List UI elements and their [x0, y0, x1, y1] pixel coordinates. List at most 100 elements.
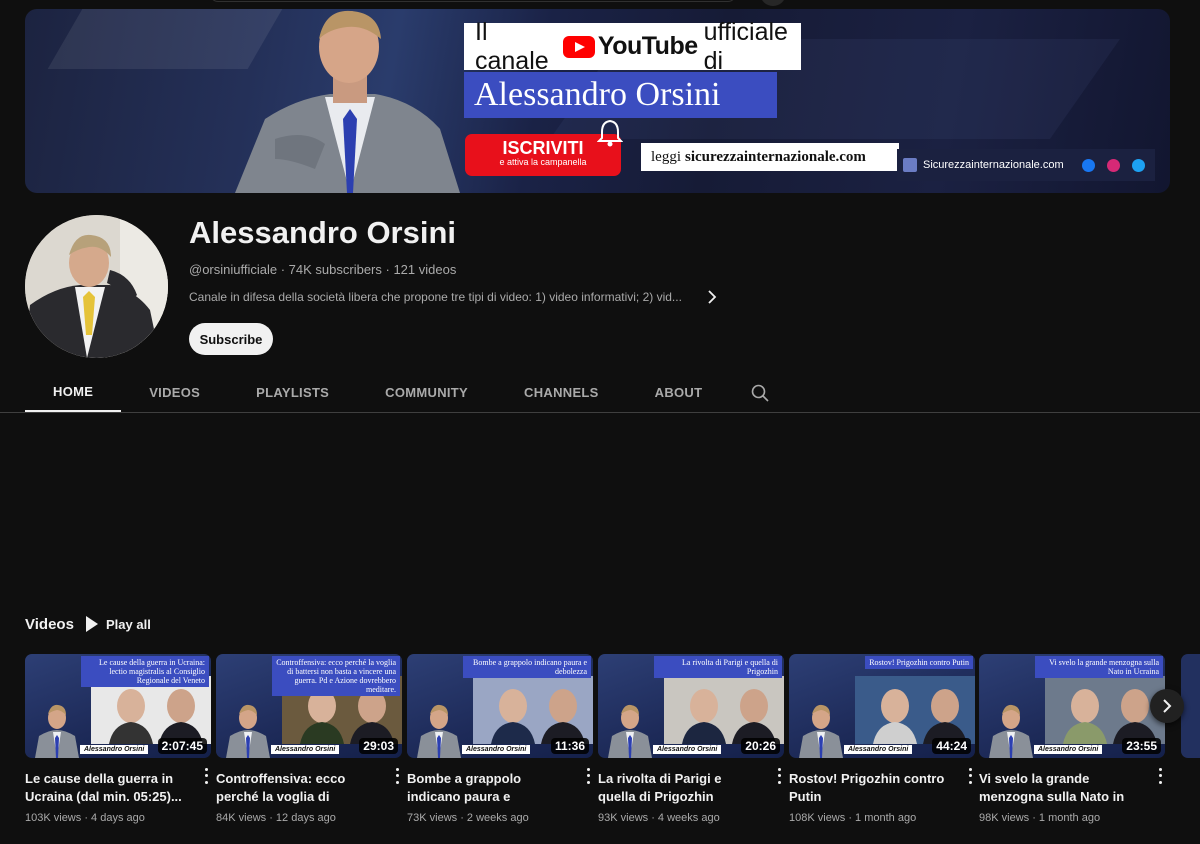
tab-home[interactable]: HOME	[25, 373, 122, 412]
video-duration: 23:55	[1122, 738, 1161, 754]
video-card[interactable]: Controffensiva: ecco perché la voglia di…	[216, 654, 402, 824]
tab-about[interactable]: ABOUT	[627, 373, 731, 412]
thumbnail-host	[608, 704, 652, 758]
search-icon[interactable]	[740, 373, 780, 412]
channel-avatar	[25, 215, 168, 358]
video-title[interactable]: Vi svelo la grande menzogna sulla Nato i…	[979, 770, 1141, 806]
thumbnail-scene	[664, 676, 784, 744]
video-meta: 98K views · 1 month ago	[979, 812, 1101, 824]
banner-website-box: leggi sicurezzainternazionale.com	[641, 143, 899, 171]
youtube-logo-icon: YouTube	[562, 32, 698, 61]
video-duration: 44:24	[932, 738, 971, 754]
thumbnail-scene	[855, 676, 975, 744]
tab-community[interactable]: COMMUNITY	[357, 373, 496, 412]
video-meta: 84K views · 12 days ago	[216, 812, 336, 824]
play-all-button[interactable]: Play all	[86, 612, 151, 636]
more-vert-icon[interactable]	[583, 766, 593, 786]
tab-videos[interactable]: VIDEOS	[121, 373, 228, 412]
video-thumbnail[interactable]: Bombe a grappolo indicano paura e debole…	[407, 654, 593, 758]
view-count: 98K views	[979, 812, 1030, 824]
search-box-edge[interactable]	[210, 0, 736, 2]
thumbnail-caption: Controffensiva: ecco perché la voglia di…	[272, 656, 400, 696]
chevron-right-icon[interactable]	[706, 289, 718, 310]
channel-name: Alessandro Orsini	[189, 215, 457, 250]
channel-tabs: HOME VIDEOS PLAYLISTS COMMUNITY CHANNELS…	[25, 373, 780, 412]
instagram-icon[interactable]	[1106, 158, 1120, 172]
video-card[interactable]: Bombe a grappolo indicano paura e debole…	[407, 654, 593, 824]
thumbnail-nameplate: Alessandro Orsini	[271, 745, 340, 754]
channel-banner: Il canale YouTube ufficiale di Alessandr…	[25, 9, 1170, 193]
thumbnail-nameplate: Alessandro Orsini	[1034, 745, 1103, 754]
tabs-divider	[0, 412, 1200, 413]
thumbnail-host	[989, 704, 1033, 758]
thumbnail-host	[226, 704, 270, 758]
video-duration: 11:36	[550, 738, 589, 754]
thumbnail-nameplate: Alessandro Orsini	[80, 745, 149, 754]
thumbnail-scene	[1045, 676, 1165, 744]
tab-playlists[interactable]: PLAYLISTS	[228, 373, 357, 412]
more-vert-icon[interactable]	[392, 766, 402, 786]
website-icon	[903, 158, 917, 172]
video-meta: 108K views · 1 month ago	[789, 812, 917, 824]
thumbnail-host	[35, 704, 79, 758]
thumbnail-caption: Le cause della guerra in Ucraina: lectio…	[81, 656, 209, 687]
thumbnail-caption: Bombe a grappolo indicano paura e debole…	[463, 656, 591, 678]
banner-title: Il canale YouTube ufficiale di	[464, 18, 801, 75]
thumbnail-host	[417, 704, 461, 758]
banner-links[interactable]: Sicurezzainternazionale.com	[897, 149, 1155, 181]
video-meta: 103K views · 4 days ago	[25, 812, 145, 824]
masthead-remnant	[0, 0, 1200, 8]
more-vert-icon[interactable]	[1155, 766, 1165, 786]
view-count: 73K views	[407, 812, 458, 824]
thumbnail-scene	[473, 676, 593, 744]
thumbnail-host	[799, 704, 843, 758]
upload-age: 1 month ago	[1038, 812, 1101, 824]
shelf-next-button[interactable]	[1150, 689, 1184, 723]
facebook-icon[interactable]	[1081, 158, 1095, 172]
thumbnail-caption: La rivolta di Parigi e quella di Prigozh…	[654, 656, 782, 678]
video-card[interactable]: Vi svelo la grande menzogna sulla Nato i…	[979, 654, 1165, 824]
thumbnail-nameplate: Alessandro Orsini	[653, 745, 722, 754]
video-duration: 2:07:45	[157, 738, 207, 754]
upload-age: 4 days ago	[91, 812, 145, 824]
video-thumbnail[interactable]: Controffensiva: ecco perché la voglia di…	[216, 654, 402, 758]
upload-age: 4 weeks ago	[657, 812, 720, 824]
more-vert-icon[interactable]	[965, 766, 975, 786]
upload-age: 2 weeks ago	[466, 812, 529, 824]
twitter-icon[interactable]	[1131, 158, 1145, 172]
banner-portrait	[235, 10, 460, 193]
upload-age: 1 month ago	[855, 812, 917, 824]
video-thumbnail[interactable]: Le cause della guerra in Ucraina: lectio…	[25, 654, 211, 758]
mic-button-edge[interactable]	[760, 0, 786, 6]
channel-description[interactable]: Canale in difesa della società libera ch…	[189, 290, 709, 304]
banner-name: Alessandro Orsini	[464, 72, 777, 118]
video-duration: 29:03	[359, 738, 398, 754]
video-meta: 93K views · 4 weeks ago	[598, 812, 720, 824]
video-card[interactable]: Rostov! Prigozhin contro Putin Alessandro…	[789, 654, 975, 824]
subscribe-button[interactable]: Subscribe	[189, 323, 273, 355]
thumbnail-nameplate: Alessandro Orsini	[844, 745, 913, 754]
play-icon	[86, 616, 98, 632]
subscriber-count: 74K subscribers	[288, 262, 382, 277]
video-title[interactable]: Bombe a grappolo indicano paura e debole…	[407, 770, 569, 806]
more-vert-icon[interactable]	[774, 766, 784, 786]
thumbnail-nameplate: Alessandro Orsini	[462, 745, 531, 754]
video-title[interactable]: Rostov! Prigozhin contro Putin	[789, 770, 951, 806]
video-thumbnail[interactable]: Vi svelo la grande menzogna sulla Nato i…	[979, 654, 1165, 758]
shelf-title[interactable]: Videos	[25, 616, 74, 633]
video-card[interactable]: Le cause della guerra in Ucraina: lectio…	[25, 654, 211, 824]
more-vert-icon[interactable]	[201, 766, 211, 786]
channel-meta: @orsiniufficiale · 74K subscribers · 121…	[189, 262, 457, 277]
video-card[interactable]: La rivolta di Parigi e quella di Prigozh…	[598, 654, 784, 824]
website-link[interactable]: Sicurezzainternazionale.com	[923, 159, 1064, 171]
video-duration: 20:26	[741, 738, 780, 754]
video-title[interactable]: Controffensiva: ecco perché la voglia di…	[216, 770, 378, 806]
video-title[interactable]: La rivolta di Parigi e quella di Prigozh…	[598, 770, 760, 806]
chevron-right-icon	[1163, 699, 1172, 713]
video-thumbnail[interactable]: La rivolta di Parigi e quella di Prigozh…	[598, 654, 784, 758]
video-thumbnail[interactable]: Rostov! Prigozhin contro Putin Alessandro…	[789, 654, 975, 758]
tab-channels[interactable]: CHANNELS	[496, 373, 627, 412]
thumbnail-caption: Vi svelo la grande menzogna sulla Nato i…	[1035, 656, 1163, 678]
view-count: 108K views	[789, 812, 846, 824]
video-title[interactable]: Le cause della guerra in Ucraina (dal mi…	[25, 770, 187, 806]
